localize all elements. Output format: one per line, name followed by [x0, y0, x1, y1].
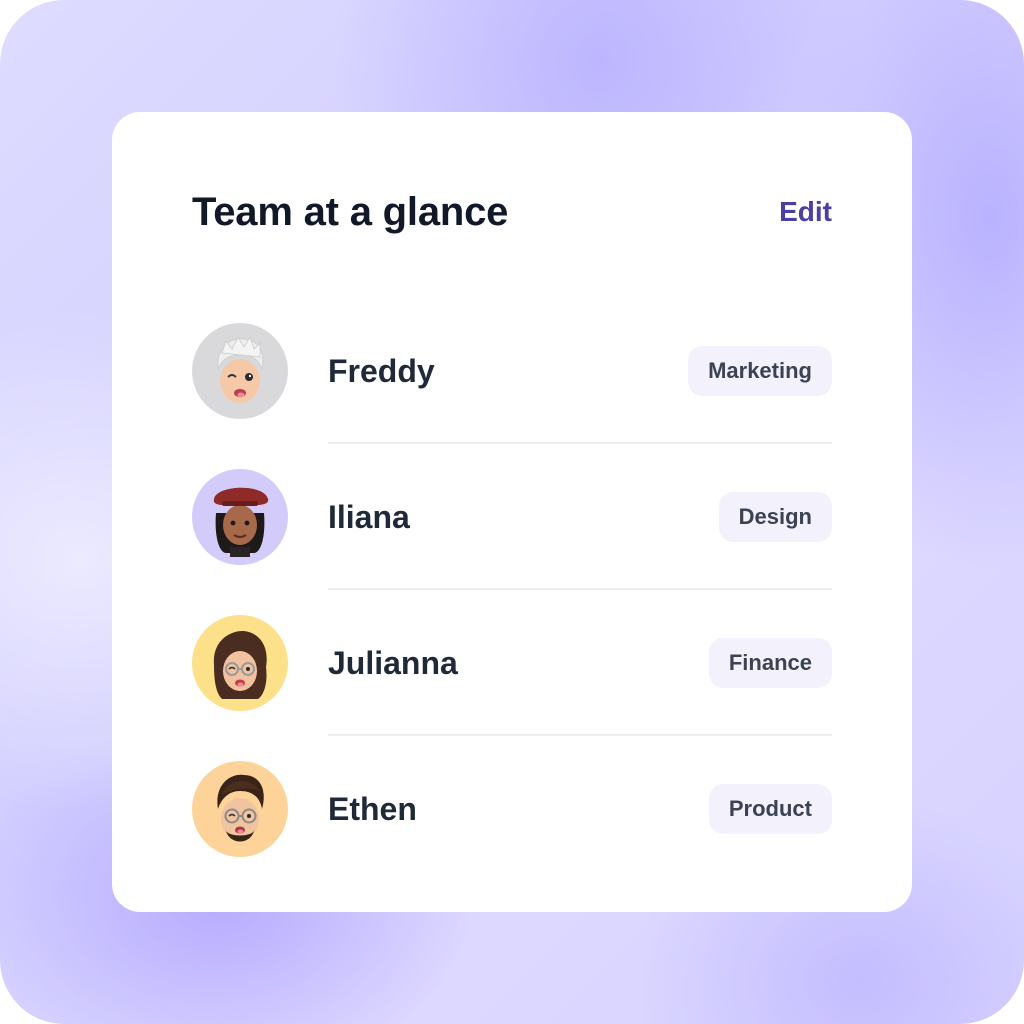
- department-badge: Product: [708, 784, 832, 834]
- avatar-freddy-icon: [192, 323, 288, 419]
- edit-link[interactable]: Edit: [779, 196, 832, 228]
- member-name: Ethen: [328, 790, 417, 827]
- member-name: Iliana: [328, 498, 410, 535]
- background-frame: Team at a glance Edit Freddy Marketing I…: [0, 0, 1024, 1024]
- member-name: Freddy: [328, 352, 435, 389]
- team-member-row[interactable]: Ethen Product: [192, 736, 832, 882]
- team-member-row[interactable]: Julianna Finance: [192, 590, 832, 736]
- member-name: Julianna: [328, 644, 458, 681]
- card-header: Team at a glance Edit: [192, 184, 832, 240]
- department-badge: Design: [718, 492, 832, 542]
- avatar-iliana-icon: [192, 469, 288, 565]
- team-member-row[interactable]: Iliana Design: [192, 444, 832, 590]
- avatar-ethen-icon: [192, 761, 288, 857]
- team-member-list: Freddy Marketing Iliana Design Julianna …: [192, 298, 832, 882]
- department-badge: Marketing: [688, 346, 832, 396]
- avatar-julianna-icon: [192, 615, 288, 711]
- card-title: Team at a glance: [192, 189, 509, 234]
- team-card: Team at a glance Edit Freddy Marketing I…: [112, 112, 912, 912]
- department-badge: Finance: [708, 638, 832, 688]
- team-member-row[interactable]: Freddy Marketing: [192, 298, 832, 444]
